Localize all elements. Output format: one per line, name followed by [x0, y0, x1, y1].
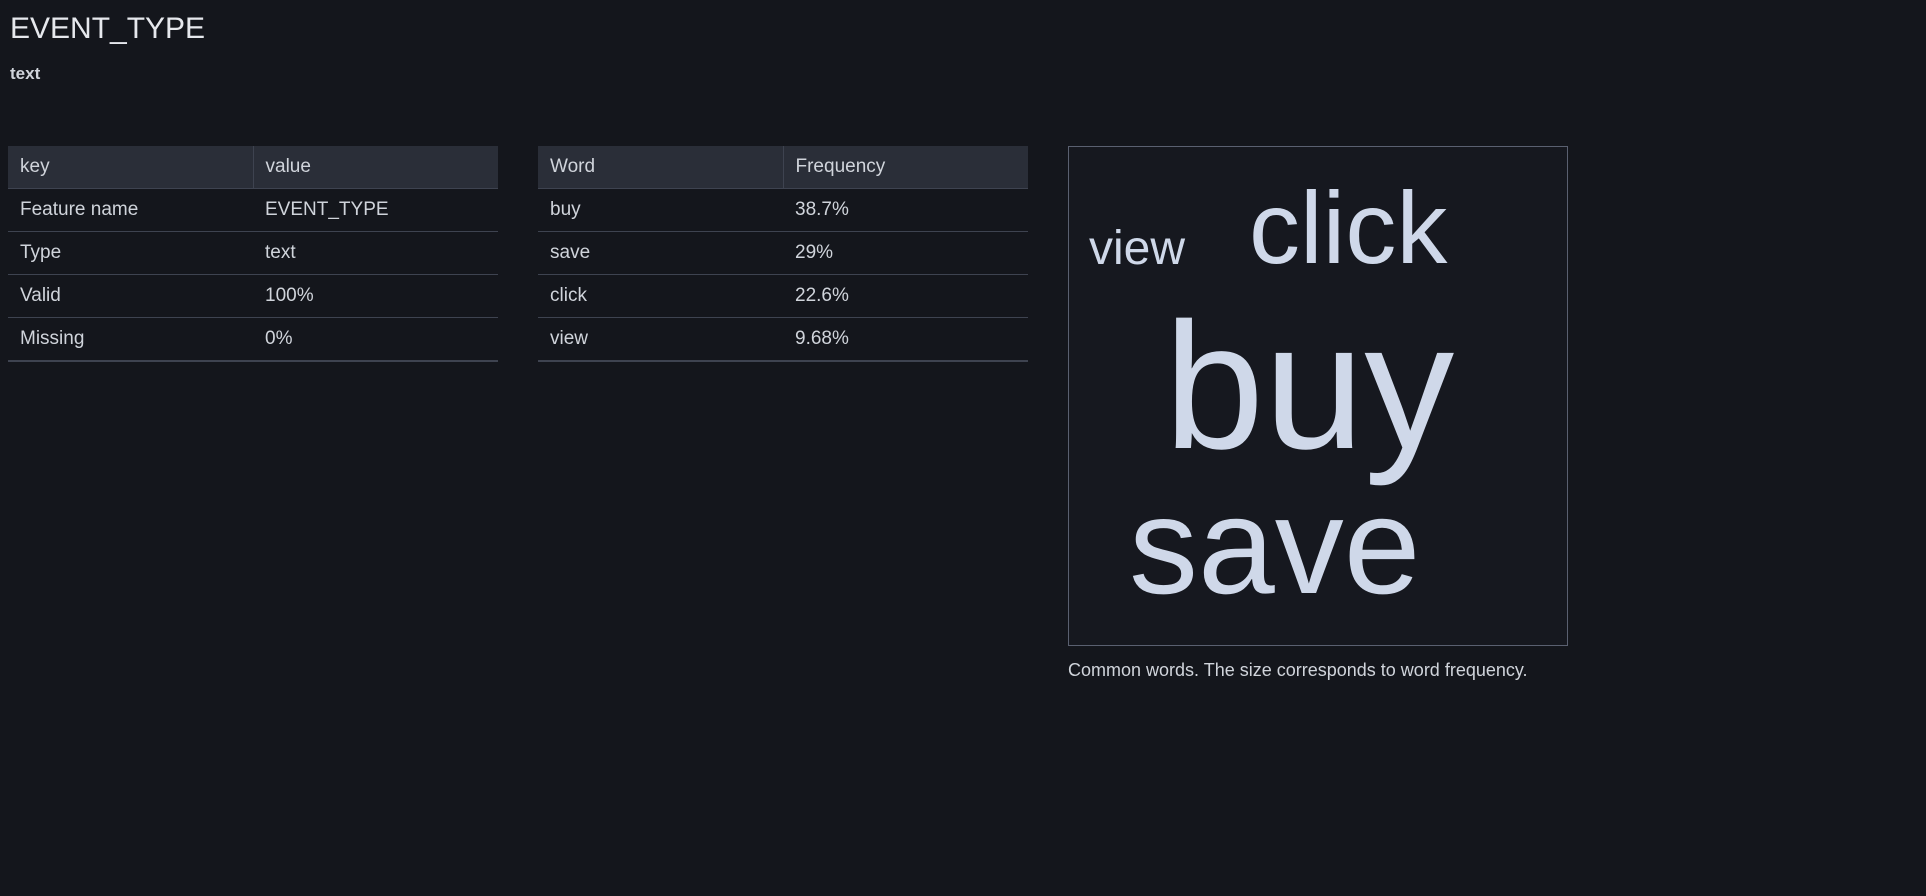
- wordcloud-word: buy: [1164, 297, 1454, 477]
- content-columns: key value Feature name EVENT_TYPE Type t…: [8, 146, 1918, 681]
- wordcloud-word: save: [1129, 477, 1421, 615]
- cell-freq: 29%: [783, 232, 1028, 275]
- table-row: Valid 100%: [8, 275, 498, 318]
- cell-freq: 9.68%: [783, 318, 1028, 362]
- cell-word: view: [538, 318, 783, 362]
- cell-key: Feature name: [8, 189, 253, 232]
- col-frequency: Frequency: [783, 146, 1028, 189]
- cell-value: 0%: [253, 318, 498, 362]
- table-row: Feature name EVENT_TYPE: [8, 189, 498, 232]
- cell-freq: 38.7%: [783, 189, 1028, 232]
- table-row: Missing 0%: [8, 318, 498, 362]
- table-row: buy 38.7%: [538, 189, 1028, 232]
- word-frequency-table: Word Frequency buy 38.7% save 29% click …: [538, 146, 1028, 362]
- table-row: view 9.68%: [538, 318, 1028, 362]
- cell-key: Valid: [8, 275, 253, 318]
- cell-word: save: [538, 232, 783, 275]
- col-word: Word: [538, 146, 783, 189]
- cell-key: Type: [8, 232, 253, 275]
- table-row: click 22.6%: [538, 275, 1028, 318]
- cell-freq: 22.6%: [783, 275, 1028, 318]
- wordcloud-word: click: [1249, 177, 1447, 279]
- table-row: Type text: [8, 232, 498, 275]
- table-header-row: key value: [8, 146, 498, 189]
- wordcloud-panel: view click buysave Common words. The size …: [1068, 146, 1568, 681]
- cell-value: 100%: [253, 275, 498, 318]
- wordcloud-word: view: [1089, 225, 1185, 273]
- cell-key: Missing: [8, 318, 253, 362]
- wordcloud-chart: view click buysave: [1068, 146, 1568, 646]
- cell-value: text: [253, 232, 498, 275]
- table-header-row: Word Frequency: [538, 146, 1028, 189]
- wordcloud-caption: Common words. The size corresponds to wo…: [1068, 660, 1568, 681]
- cell-word: buy: [538, 189, 783, 232]
- col-value: value: [253, 146, 498, 189]
- feature-detail-panel: EVENT_TYPE text key value Feature name E…: [0, 0, 1926, 689]
- cell-value: EVENT_TYPE: [253, 189, 498, 232]
- page-title: EVENT_TYPE: [10, 12, 1918, 46]
- feature-summary-table: key value Feature name EVENT_TYPE Type t…: [8, 146, 498, 362]
- cell-word: click: [538, 275, 783, 318]
- table-row: save 29%: [538, 232, 1028, 275]
- col-key: key: [8, 146, 253, 189]
- feature-type-label: text: [10, 64, 1918, 84]
